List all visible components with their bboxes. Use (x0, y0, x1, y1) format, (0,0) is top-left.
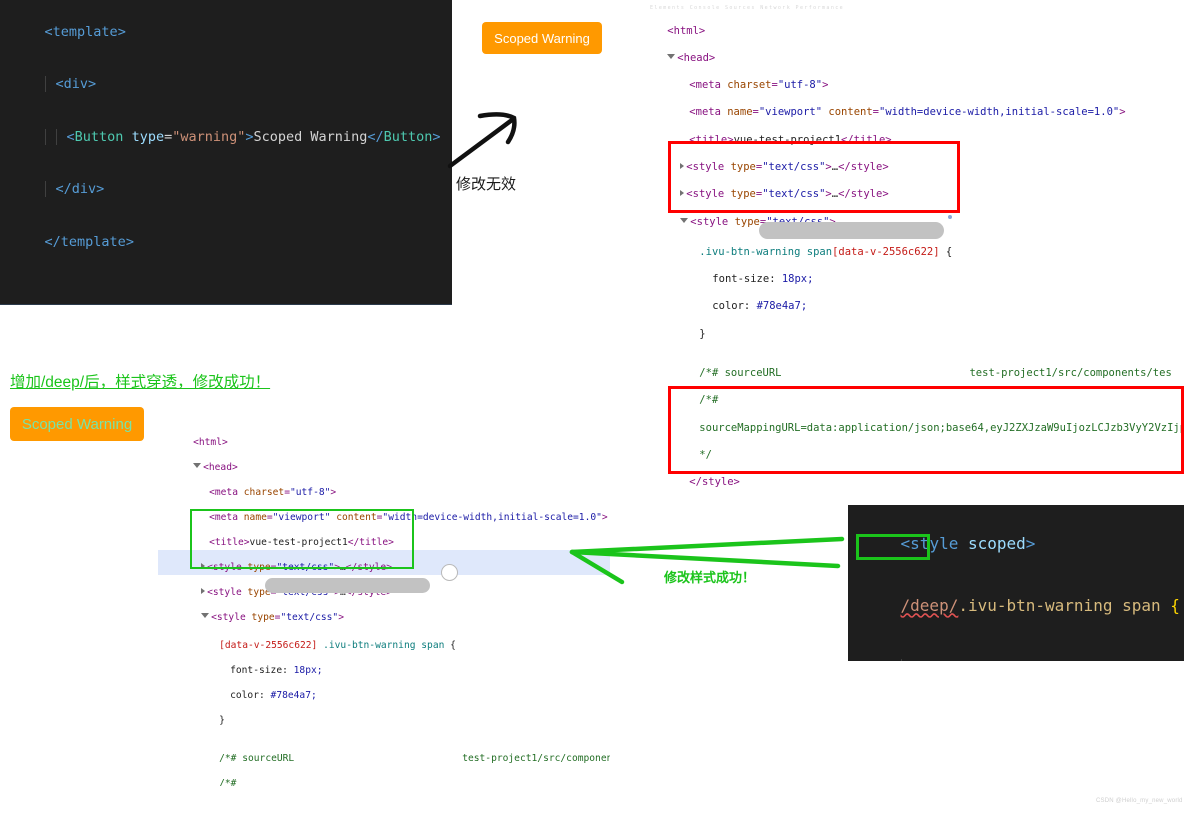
dtb-css-prop-font-size: font-size: (230, 664, 288, 676)
dtb-line-style-1[interactable]: <style type="text/css">…</style> (158, 549, 610, 575)
deep-code-line-style-open: <style scoped> (900, 533, 1036, 553)
dt-line-meta-viewport: <meta name="viewport" content="width=dev… (689, 106, 1126, 119)
dtb-line-html: <html> (193, 437, 228, 449)
dt-css-val-font-size: 18px; (781, 273, 814, 286)
dtb-line-comment-open: /*# (219, 777, 237, 786)
redacted-url-bottom (265, 578, 430, 593)
code-line-blank-2 (0, 287, 452, 305)
dtb-line-head: <head> (158, 450, 610, 475)
preview-button-deep-warning[interactable]: Scoped Warning (10, 407, 144, 441)
dt-line-sourcemap: sourceMappingURL=data:application/json;b… (632, 408, 1184, 435)
dtb-css-selector-line: [data-v-2556c622] .ivu-btn-warning span … (158, 625, 610, 653)
dt-line-meta-charset: <meta charset="utf-8"> (689, 79, 829, 92)
dt-line-sourceurl: /*# sourceURL test-project1/src/component… (699, 367, 1172, 380)
code-line-div-open: <div> (0, 59, 452, 112)
dtb-line-sourceurl: /*# sourceURL test-project1/src/component (219, 752, 610, 764)
deep-code-line-selector: /deep/.ivu-btn-warning span { (848, 575, 1184, 637)
dtb-css-brace-close-line: } (158, 702, 610, 733)
success-arrow-icon (569, 536, 845, 585)
code-line-blank-1 (0, 269, 452, 287)
dtb-line-meta-viewport: <meta name="viewport" content="width=dev… (209, 512, 608, 524)
vue-sfc-editor-deep[interactable]: <style scoped> /deep/.ivu-btn-warning sp… (848, 505, 1184, 661)
dt-css-prop-font-size: font-size: (712, 273, 776, 286)
fail-annotation-text: 修改无效 (456, 176, 517, 193)
deep-code-token-deep: /deep/ (900, 596, 959, 616)
success-heading-text: 增加/deep/后，样式穿透，修改成功！ (10, 374, 271, 391)
dt-line-head: <head> (632, 38, 1184, 65)
dtb-css-selector-attr: [data-v-2556c622] (219, 639, 318, 651)
deep-code-line-font-size: font-size: 18px; (848, 638, 1184, 661)
dt-line-style-2[interactable]: <style type="text/css">…</style> (632, 175, 1184, 202)
deep-code-token-selector: .ivu-btn-warning span (958, 596, 1161, 616)
preview-button-deep-label: Scoped Warning (21, 415, 133, 433)
code-line-button: <Button type="warning">Scoped Warning</B… (0, 111, 452, 164)
dt-css-val-color: #78e4a7; (756, 300, 808, 313)
code-token-button-attr: type (131, 128, 165, 145)
deep-code-token-prop-font-size: font-size: (925, 659, 1021, 661)
success-annotation-text: 修改样式成功！ (664, 570, 756, 585)
preview-button-label: Scoped Warning (494, 30, 590, 46)
cursor-circle-bottom (441, 564, 458, 581)
deep-code-token-scoped: scoped (967, 533, 1026, 553)
dt-css-selector-class: .ivu-btn-warning span (699, 245, 833, 258)
dtb-css-color: color: #78e4a7; (158, 677, 610, 702)
dtb-line-title: <title>vue-test-project1</title> (209, 537, 394, 549)
dtb-css-val-font-size: 18px; (293, 664, 323, 676)
code-line-template-close: </template> (44, 234, 134, 251)
code-token-button-tag: Button (74, 128, 124, 145)
dtb-css-val-color: #78e4a7; (270, 689, 317, 701)
dt-line-script-hot-update: <script type="text/javascript" charset="… (632, 490, 1184, 492)
devtools-toolbar-ghost: Elements Console Sources Network Perform… (650, 5, 845, 11)
dt-line-style-close: </style> (689, 476, 740, 489)
dt-css-font-size: font-size: 18px; (632, 260, 1184, 287)
code-line-template-open: <template> (44, 23, 126, 40)
dtb-css-prop-color: color: (230, 689, 265, 701)
dt-css-brace-close-line: } (632, 314, 1184, 347)
dtb-line-style-3-open[interactable]: <style type="text/css"> (158, 600, 610, 625)
code-token-button-text: Scoped Warning (253, 128, 368, 145)
fail-arrow-icon (447, 112, 517, 169)
vue-sfc-editor-scoped[interactable]: <template> <div> <Button type="warning">… (0, 0, 452, 305)
dt-sourcemap-text: sourceMappingURL=data:application/json;b… (699, 421, 1184, 434)
watermark-text: CSDN @Hello_my_new_world (1096, 798, 1183, 804)
code-token-button-attr-value: "warning" (172, 128, 246, 145)
dtb-css-selector-class: .ivu-btn-warning span (323, 639, 445, 651)
cursor-dot-top (948, 215, 952, 219)
dt-line-title: <title>vue-test-project1</title> (689, 133, 892, 146)
deep-code-token-val-font-size: 18px; (1031, 659, 1079, 661)
dtb-line-meta-charset: <meta charset="utf-8"> (209, 487, 337, 499)
dt-line-comment-open: /*# (699, 394, 719, 407)
elements-panel-scoped-fail[interactable]: Elements Console Sources Network Perform… (632, 0, 1184, 492)
code-line-div-close: </div> (0, 164, 452, 217)
dtb-css-brace-close: } (219, 714, 225, 726)
dtb-css-font-size: font-size: 18px; (158, 652, 610, 677)
redacted-url-top (759, 222, 944, 239)
dt-css-selector-attr: [data-v-2556c622] (832, 245, 940, 258)
dt-line-comment-close: */ (699, 448, 712, 461)
dt-css-prop-color: color: (712, 300, 751, 313)
dt-line-style-1[interactable]: <style type="text/css">…</style> (632, 147, 1184, 174)
code-line-script-folded[interactable]: <script>⋯ (0, 304, 452, 305)
dt-css-brace-close: } (699, 327, 706, 340)
preview-button-scoped-warning[interactable]: Scoped Warning (482, 22, 602, 54)
dtb-css-brace-open: { (450, 639, 456, 651)
deep-code-token-brace-open: { (1170, 596, 1180, 616)
dt-css-color: color: #78e4a7; (632, 287, 1184, 314)
dt-css-brace-open: { (945, 245, 953, 258)
